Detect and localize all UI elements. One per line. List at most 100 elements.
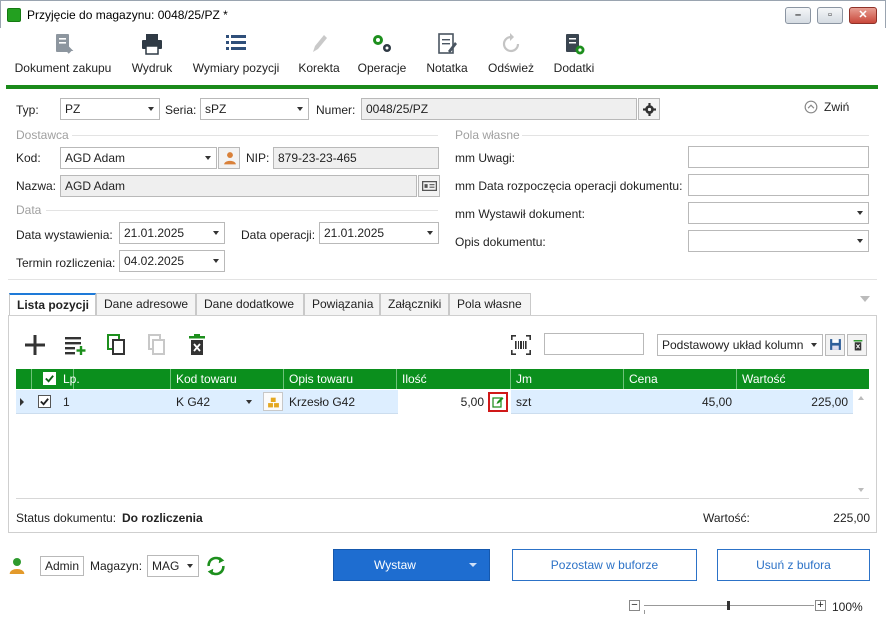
- towar-lookup-button[interactable]: [263, 392, 283, 411]
- toolbar-notatka[interactable]: Notatka: [421, 30, 473, 80]
- barcode-icon[interactable]: [510, 334, 532, 356]
- grid-header-opis-towaru[interactable]: Opis towaru: [284, 369, 397, 389]
- mm-wystawil-select[interactable]: [688, 202, 869, 224]
- toolbar-dokument-zakupu[interactable]: Dokument zakupu: [10, 30, 116, 80]
- grid-header-lp[interactable]: Lp.: [58, 369, 171, 389]
- tab-dane-dodatkowe[interactable]: Dane dodatkowe: [196, 293, 304, 315]
- data-wystawienia-label: Data wystawienia:: [16, 228, 113, 242]
- opis-dokumentu-label: Opis dokumentu:: [455, 235, 546, 249]
- scroll-up-icon[interactable]: [858, 396, 864, 400]
- tabs-overflow-icon[interactable]: [860, 296, 870, 302]
- grid-header-kod-towaru[interactable]: Kod towaru: [171, 369, 284, 389]
- copy-icon[interactable]: [106, 334, 128, 356]
- data-section-title: Data: [16, 203, 42, 217]
- mm-uwagi-input[interactable]: [688, 146, 869, 168]
- delete-layout-button[interactable]: [847, 334, 867, 356]
- toolbar-label: Notatka: [426, 61, 468, 75]
- magazyn-value: MAG: [152, 559, 180, 573]
- nip-field[interactable]: 879-23-23-465: [273, 147, 439, 169]
- layout-select[interactable]: Podstawowy układ kolumn: [657, 334, 823, 356]
- typ-select[interactable]: PZ: [60, 98, 160, 120]
- accent-bar: [6, 85, 878, 89]
- app-icon: [7, 8, 21, 22]
- toolbar-operacje[interactable]: Operacje: [353, 30, 411, 80]
- numer-settings-button[interactable]: [638, 98, 660, 120]
- grid-header-wartosc[interactable]: Wartość: [737, 369, 853, 389]
- numer-label: Numer:: [316, 103, 356, 117]
- nazwa-label: Nazwa:: [16, 179, 57, 193]
- cell-kod-towaru[interactable]: K G42: [171, 390, 284, 414]
- tab-lista-pozycji[interactable]: Lista pozycji: [9, 293, 96, 316]
- row-checkbox[interactable]: [38, 395, 51, 408]
- toolbar-dodatki[interactable]: Dodatki: [548, 30, 600, 80]
- collapse-button[interactable]: Zwiń: [804, 99, 854, 117]
- opis-dokumentu-select[interactable]: [688, 230, 869, 252]
- maximize-button[interactable]: ▫: [817, 7, 843, 24]
- toolbar-wydruk[interactable]: Wydruk: [126, 30, 178, 80]
- minimize-button[interactable]: –: [785, 7, 811, 24]
- mm-data-rozpoczecia-input[interactable]: [688, 174, 869, 196]
- scroll-down-icon[interactable]: [858, 488, 864, 492]
- zoom-out-button[interactable]: −: [629, 600, 640, 611]
- delete-icon[interactable]: [186, 334, 208, 356]
- usun-z-bufora-button[interactable]: Usuń z bufora: [717, 549, 870, 581]
- toolbar-label: Korekta: [298, 61, 340, 75]
- grid-scrollbar[interactable]: [853, 390, 869, 498]
- user-badge[interactable]: Admin: [40, 556, 85, 576]
- grid-header-cena[interactable]: Cena: [624, 369, 737, 389]
- cell-ilosc[interactable]: 5,00: [398, 390, 511, 414]
- chevron-down-icon: [427, 231, 433, 235]
- barcode-search-input[interactable]: [544, 333, 644, 355]
- edit-quantity-button[interactable]: [488, 392, 508, 412]
- row-checkbox-cell[interactable]: [38, 390, 58, 414]
- termin-rozliczenia-value: 04.02.2025: [124, 254, 185, 268]
- maximize-icon: ▫: [828, 9, 832, 21]
- user-icon: [9, 558, 25, 574]
- table-row[interactable]: 1 K G42 Krzesło G42 5,00 szt 45,00 225,0…: [16, 390, 853, 414]
- close-icon: ✕: [858, 9, 868, 21]
- kod-select[interactable]: AGD Adam: [60, 147, 217, 169]
- sync-icon[interactable]: [205, 555, 227, 577]
- wystaw-button[interactable]: Wystaw: [333, 549, 490, 581]
- cell-lp[interactable]: 1: [58, 390, 171, 414]
- close-button[interactable]: ✕: [849, 7, 877, 24]
- data-operacji-picker[interactable]: 21.01.2025: [319, 222, 439, 244]
- cell-wartosc[interactable]: 225,00: [737, 390, 853, 414]
- chevron-down-icon: [857, 211, 863, 215]
- grid-header-jm[interactable]: Jm: [511, 369, 624, 389]
- add-icon[interactable]: [24, 334, 46, 356]
- data-wystawienia-picker[interactable]: 21.01.2025: [119, 222, 225, 244]
- seria-select[interactable]: sPZ: [200, 98, 309, 120]
- add-rows-icon[interactable]: [64, 334, 86, 356]
- toolbar-label: Dokument zakupu: [14, 61, 112, 75]
- pozostaw-w-buforze-button[interactable]: Pozostaw w buforze: [512, 549, 697, 581]
- mm-data-rozpoczecia-label: mm Data rozpoczęcia operacji dokumentu:: [455, 179, 683, 193]
- wystaw-dropdown-icon[interactable]: [469, 563, 477, 567]
- zoom-slider-thumb[interactable]: [727, 601, 730, 610]
- nazwa-field[interactable]: AGD Adam: [60, 175, 417, 197]
- address-card-icon: [422, 181, 437, 191]
- tab-dane-adresowe[interactable]: Dane adresowe: [96, 293, 196, 315]
- numer-field[interactable]: 0048/25/PZ: [361, 98, 637, 120]
- cell-jm[interactable]: szt: [511, 390, 624, 414]
- cell-opis-towaru[interactable]: Krzesło G42: [284, 390, 397, 414]
- nip-label: NIP:: [246, 151, 270, 165]
- zoom-in-button[interactable]: +: [815, 600, 826, 611]
- toolbar-korekta: Korekta: [294, 30, 344, 80]
- kontrahent-button[interactable]: [218, 147, 240, 169]
- address-card-button[interactable]: [418, 175, 440, 197]
- chevron-down-icon[interactable]: [246, 400, 252, 404]
- select-all-checkbox[interactable]: [43, 372, 56, 385]
- tab-zalaczniki[interactable]: Załączniki: [380, 293, 449, 315]
- termin-rozliczenia-picker[interactable]: 04.02.2025: [119, 250, 225, 272]
- grid-header-ilosc[interactable]: Ilość: [397, 369, 511, 389]
- seria-label: Seria:: [165, 103, 197, 117]
- magazyn-select[interactable]: MAG: [147, 555, 199, 577]
- cell-cena[interactable]: 45,00: [624, 390, 737, 414]
- toolbar-wymiary-pozycji[interactable]: Wymiary pozycji: [189, 30, 283, 80]
- tab-powiazania[interactable]: Powiązania: [304, 293, 380, 315]
- chevron-down-icon: [148, 107, 154, 111]
- minimize-icon: –: [794, 9, 802, 21]
- tab-pola-wlasne[interactable]: Pola własne: [449, 293, 531, 315]
- save-layout-button[interactable]: [825, 334, 845, 356]
